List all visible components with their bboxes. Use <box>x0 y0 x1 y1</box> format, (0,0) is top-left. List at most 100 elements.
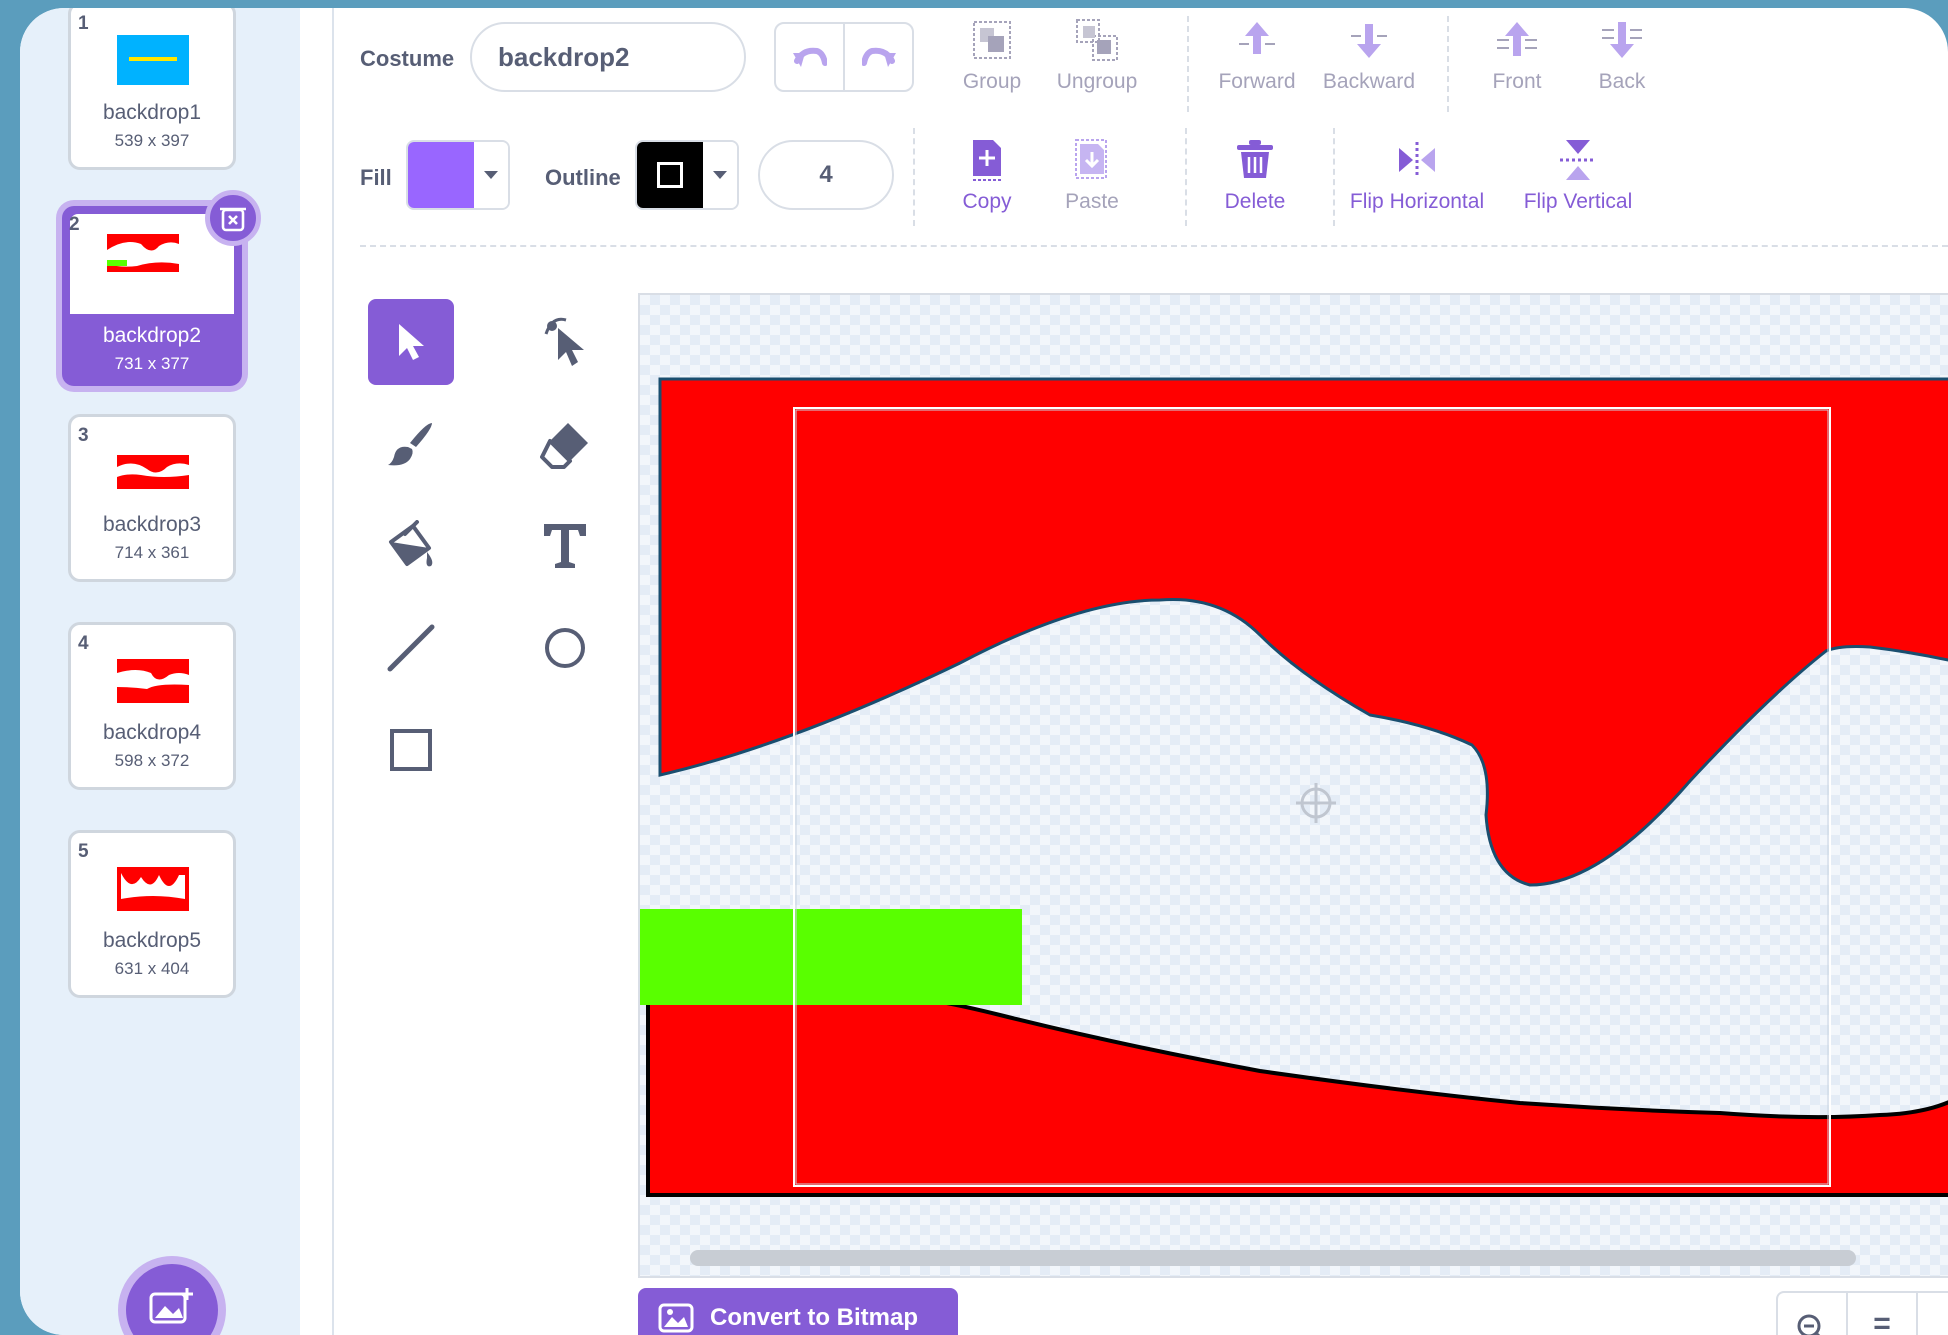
costume-name-input[interactable]: backdrop2 <box>470 22 746 92</box>
circle-icon <box>545 628 585 668</box>
costume-list: 1 backdrop1 539 x 397 2 backdrop2 731 x … <box>20 8 300 1335</box>
brush-tool[interactable] <box>368 401 454 487</box>
circle-tool[interactable] <box>522 605 608 691</box>
flip-vertical-label: Flip Vertical <box>1523 190 1633 213</box>
select-tool[interactable] <box>368 299 454 385</box>
paste-button[interactable]: Paste <box>1037 138 1147 214</box>
outline-color-picker[interactable] <box>635 140 739 210</box>
undo-icon <box>792 47 827 67</box>
eraser-tool[interactable] <box>522 401 608 487</box>
delete-label: Delete <box>1224 190 1286 213</box>
outline-dropdown[interactable] <box>703 142 737 208</box>
fill-icon <box>389 520 433 567</box>
fill-label: Fill <box>360 165 392 190</box>
outline-label: Outline <box>545 165 621 190</box>
costume-thumbnail <box>117 659 189 703</box>
flip-vertical-button[interactable]: Flip Vertical <box>1510 138 1646 214</box>
red-shape-bottom[interactable] <box>646 993 1948 1197</box>
toolbar-separator <box>1447 16 1449 112</box>
forward-label: Forward <box>1218 70 1296 93</box>
forward-button[interactable]: Forward <box>1202 18 1312 94</box>
add-backdrop-button[interactable] <box>118 1256 226 1335</box>
costume-name: backdrop5 <box>102 929 202 952</box>
group-button[interactable]: Group <box>937 18 1047 94</box>
reshape-tool[interactable] <box>522 299 608 385</box>
line-icon <box>387 624 435 672</box>
costume-tile-1[interactable]: 1 backdrop1 539 x 397 <box>68 8 236 170</box>
fill-swatch <box>408 142 474 208</box>
costume-size: 731 x 377 <box>114 354 190 373</box>
trash-icon <box>1237 140 1273 178</box>
back-button[interactable]: Back <box>1567 18 1677 94</box>
costume-name: backdrop2 <box>102 324 202 347</box>
flip-horizontal-label: Flip Horizontal <box>1349 190 1485 213</box>
redo-button[interactable] <box>845 24 912 90</box>
costume-label: Costume <box>360 46 455 71</box>
paste-icon <box>1075 139 1107 179</box>
text-icon <box>544 524 586 568</box>
front-button[interactable]: Front <box>1462 18 1572 94</box>
ungroup-label: Ungroup <box>1056 70 1138 93</box>
costume-size: 714 x 361 <box>114 543 190 562</box>
drawing-canvas[interactable] <box>638 293 1948 1278</box>
toolbar-separator <box>1187 16 1189 112</box>
convert-to-bitmap-button[interactable]: Convert to Bitmap <box>638 1288 958 1335</box>
front-label: Front <box>1492 70 1542 93</box>
zoom-reset-label: = <box>1873 1307 1891 1335</box>
paste-label: Paste <box>1065 190 1119 213</box>
front-icon <box>1497 22 1537 56</box>
delete-costume-button[interactable] <box>205 190 261 246</box>
costume-thumbnail <box>117 455 189 489</box>
rectangle-icon <box>390 729 432 771</box>
text-tool[interactable] <box>522 503 608 589</box>
outline-width-input[interactable]: 4 <box>758 140 894 210</box>
costume-tile-5[interactable]: 5 backdrop5 631 x 404 <box>68 830 236 998</box>
group-icon <box>973 21 1011 59</box>
toolbar-separator <box>1333 128 1335 226</box>
group-label: Group <box>962 70 1022 93</box>
costume-number: 5 <box>78 841 89 862</box>
copy-icon <box>973 140 1001 181</box>
costume-size: 631 x 404 <box>114 959 190 978</box>
backward-button[interactable]: Backward <box>1314 18 1424 94</box>
flip-horizontal-button[interactable]: Flip Horizontal <box>1342 138 1492 214</box>
rectangle-tool[interactable] <box>368 707 454 793</box>
ungroup-button[interactable]: Ungroup <box>1042 18 1152 94</box>
copy-label: Copy <box>962 190 1012 213</box>
costume-name: backdrop4 <box>102 721 202 744</box>
fill-dropdown[interactable] <box>474 142 508 208</box>
zoom-controls: = <box>1776 1291 1948 1335</box>
outline-swatch <box>637 142 703 208</box>
zoom-out-button[interactable] <box>1778 1293 1848 1335</box>
flip-vertical-icon <box>1560 140 1596 180</box>
back-icon <box>1602 22 1642 58</box>
zoom-reset-button[interactable]: = <box>1848 1293 1918 1335</box>
eraser-icon <box>540 423 588 469</box>
caret-down-icon <box>484 171 498 179</box>
toolbar-divider <box>360 245 1948 247</box>
undo-button[interactable] <box>776 24 845 90</box>
line-tool[interactable] <box>368 605 454 691</box>
flip-horizontal-icon <box>1399 142 1435 178</box>
zoom-out-icon <box>1797 1314 1821 1335</box>
paint-editor: 1 backdrop1 539 x 397 2 backdrop2 731 x … <box>20 8 1948 1335</box>
toolbar-separator <box>913 128 915 226</box>
undo-redo-group <box>774 22 914 92</box>
brush-icon <box>388 423 432 466</box>
green-rectangle[interactable] <box>640 909 1022 1005</box>
costume-tile-4[interactable]: 4 backdrop4 598 x 372 <box>68 622 236 790</box>
copy-button[interactable]: Copy <box>932 138 1042 214</box>
costume-thumbnail <box>117 867 189 911</box>
fill-tool[interactable] <box>368 503 454 589</box>
costume-size: 539 x 397 <box>114 131 190 150</box>
delete-button[interactable]: Delete <box>1200 138 1310 214</box>
costume-tile-3[interactable]: 3 backdrop3 714 x 361 <box>68 414 236 582</box>
fill-color-picker[interactable] <box>406 140 510 210</box>
back-label: Back <box>1598 70 1646 93</box>
canvas-artwork <box>640 377 1948 1197</box>
backward-label: Backward <box>1322 70 1416 93</box>
convert-label: Convert to Bitmap <box>710 1304 919 1331</box>
scrollbar-thumb[interactable] <box>690 1250 1856 1266</box>
redo-icon <box>861 47 896 67</box>
reshape-icon <box>544 317 584 366</box>
